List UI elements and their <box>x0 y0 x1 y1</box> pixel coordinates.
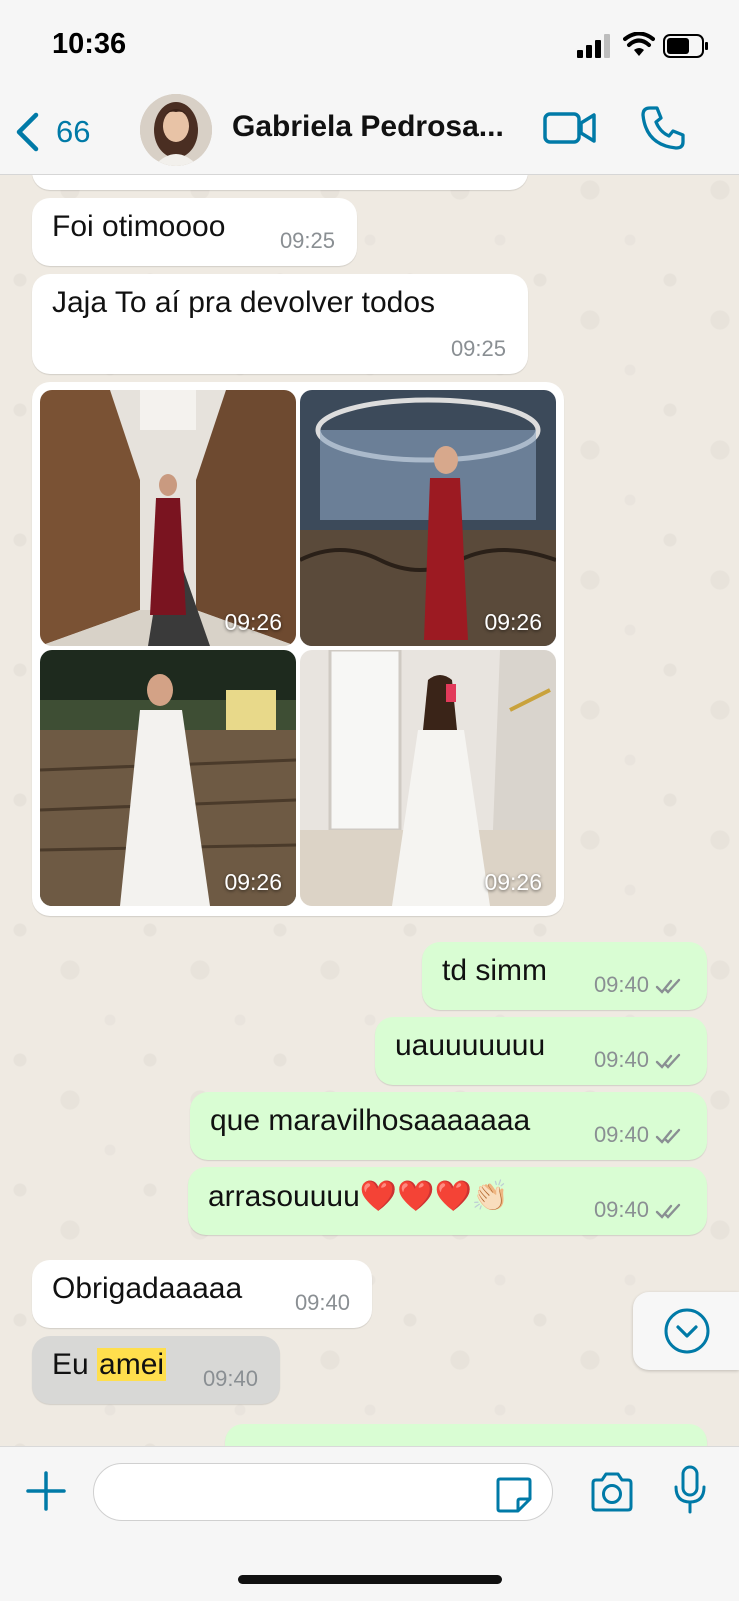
message-time: 09:40 <box>202 1366 258 1391</box>
message-bubble[interactable]: uauuuuuuu 09:40 <box>375 1017 707 1085</box>
message-text-before: Eu <box>52 1348 98 1381</box>
message-text: que maravilhosaaaaaaa <box>210 1104 531 1137</box>
message-bubble[interactable]: Foi otimoooo 09:25 <box>32 198 357 266</box>
message-bubble[interactable]: td simm 09:40 <box>422 942 707 1010</box>
photo-thumbnail[interactable]: 09:26 <box>300 650 556 906</box>
camera-icon[interactable] <box>589 1471 635 1513</box>
photo-time: 09:26 <box>224 609 282 635</box>
plus-icon[interactable] <box>24 1469 68 1513</box>
message-time: 09:40 <box>594 1047 685 1073</box>
search-highlight: amei <box>97 1348 167 1381</box>
home-indicator <box>238 1575 502 1584</box>
video-call-icon[interactable] <box>543 108 597 148</box>
read-receipt-icon <box>655 1128 681 1144</box>
chat-header: 66 Gabriela Pedrosa... <box>0 90 739 175</box>
chevron-down-circle-icon <box>664 1308 710 1354</box>
message-text: Eu amei <box>52 1348 167 1381</box>
message-time: 09:25 <box>279 228 335 253</box>
signal-icon <box>577 34 610 58</box>
message-time-label: 09:40 <box>593 1197 649 1222</box>
message-bubble[interactable]: Eu amei 09:40 <box>32 1336 280 1404</box>
message-input[interactable] <box>93 1463 553 1521</box>
message-bubble[interactable]: Obrigadaaaaa 09:40 <box>32 1260 372 1328</box>
message-time: 09:25 <box>450 336 506 361</box>
message-time-label: 09:40 <box>593 1047 649 1072</box>
message-time-label: 09:40 <box>593 1122 649 1147</box>
back-chevron-icon <box>16 112 39 152</box>
contact-name[interactable]: Gabriela Pedrosa... <box>232 110 504 144</box>
message-time: 09:40 <box>594 1197 685 1223</box>
message-time: 09:40 <box>594 972 685 998</box>
message-text: Foi otimoooo <box>52 210 226 243</box>
message-text: uauuuuuuu <box>395 1029 546 1062</box>
composer-bar <box>0 1446 739 1601</box>
message-bubble[interactable]: arrasouuuu❤️❤️❤️👏🏻 09:40 <box>188 1167 707 1235</box>
message-text: Obrigadaaaaa <box>52 1272 243 1305</box>
message-text: Jaja To aí pra devolver todos <box>52 286 436 319</box>
photo-thumbnail[interactable]: 09:26 <box>40 390 296 646</box>
read-receipt-icon <box>655 1053 681 1069</box>
photo-time: 09:26 <box>484 609 542 635</box>
message-time-label: 09:40 <box>593 972 649 997</box>
scroll-to-bottom-button[interactable] <box>633 1292 739 1370</box>
photo-thumbnail[interactable]: 09:26 <box>40 650 296 906</box>
microphone-icon[interactable] <box>673 1465 707 1515</box>
unread-count: 66 <box>56 114 91 149</box>
message-time: 09:40 <box>294 1290 350 1315</box>
photo-time: 09:26 <box>484 869 542 895</box>
phone-icon[interactable] <box>640 105 686 151</box>
read-receipt-icon <box>655 978 681 994</box>
message-bubble[interactable]: Jaja To aí pra devolver todos 09:25 <box>32 274 528 374</box>
status-bar: 10:36 <box>0 0 739 90</box>
photo-album[interactable]: 09:26 09:26 09:26 09:26 <box>32 382 564 916</box>
back-button[interactable]: 66 <box>14 110 124 154</box>
battery-icon <box>663 34 708 58</box>
avatar[interactable] <box>140 94 212 166</box>
message-text: arrasouuuu❤️❤️❤️👏🏻 <box>208 1180 510 1213</box>
wifi-icon <box>623 32 655 56</box>
photo-thumbnail[interactable]: 09:26 <box>300 390 556 646</box>
sticker-icon[interactable] <box>494 1475 534 1515</box>
message-text: td simm <box>442 954 547 987</box>
status-time: 10:36 <box>52 28 127 60</box>
message-bubble[interactable]: que maravilhosaaaaaaa 09:40 <box>190 1092 707 1160</box>
read-receipt-icon <box>655 1203 681 1219</box>
message-time: 09:40 <box>594 1122 685 1148</box>
photo-time: 09:26 <box>224 869 282 895</box>
